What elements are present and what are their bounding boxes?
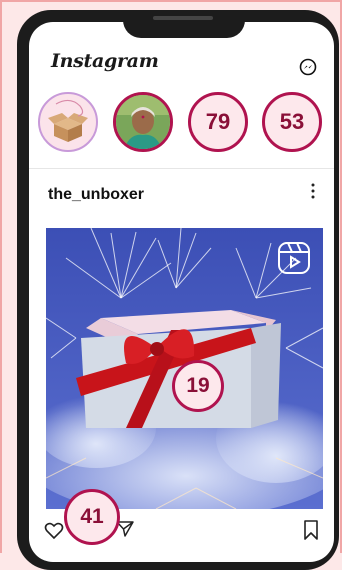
post-username[interactable]: the_unboxer (48, 186, 144, 204)
reels-icon[interactable] (277, 241, 311, 275)
more-vertical-icon[interactable] (309, 182, 317, 200)
phone-notch (123, 10, 245, 38)
divider (29, 168, 334, 169)
story-own[interactable] (38, 92, 98, 152)
like-count-badge: 41 (64, 489, 120, 545)
story-badge[interactable]: 79 (188, 92, 248, 152)
box-icon (48, 99, 88, 142)
story-user[interactable] (113, 92, 173, 152)
messenger-icon[interactable] (299, 58, 317, 76)
user-photo (116, 95, 170, 149)
instagram-logo: Instagram (51, 50, 159, 72)
count-badge: 19 (172, 360, 224, 412)
bookmark-icon[interactable] (303, 520, 319, 540)
story-badge[interactable]: 53 (262, 92, 322, 152)
heart-icon[interactable] (44, 522, 64, 540)
